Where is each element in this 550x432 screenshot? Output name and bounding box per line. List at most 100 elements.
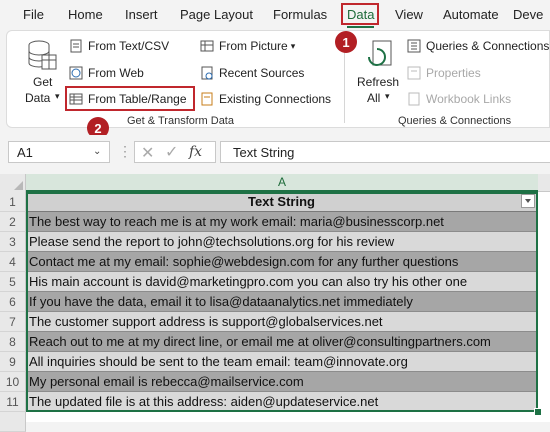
table-header-cell[interactable]: Text String — [26, 192, 538, 212]
from-web-label: From Web — [88, 66, 144, 80]
enter-icon[interactable]: ✓ — [165, 142, 178, 162]
table-cell[interactable]: All inquiries should be sent to the team… — [26, 352, 538, 372]
insert-function-icon[interactable]: fx — [189, 144, 202, 160]
refresh-all-label-1: Refresh — [357, 75, 400, 89]
tab-developer[interactable]: Deve — [513, 7, 543, 22]
row-number[interactable]: 2 — [0, 212, 26, 232]
chevron-down-icon: ▾ — [55, 91, 60, 101]
from-picture-button[interactable]: From Picture ▾ — [200, 39, 295, 53]
tab-page-layout[interactable]: Page Layout — [180, 7, 253, 22]
row-number[interactable]: 10 — [0, 372, 26, 392]
properties-button[interactable]: Properties — [407, 66, 481, 80]
formula-input[interactable]: Text String — [220, 141, 550, 163]
tab-automate[interactable]: Automate — [443, 7, 499, 22]
from-text-csv-label: From Text/CSV — [88, 39, 170, 53]
picture-icon — [200, 40, 214, 52]
table-row: 11 The updated file is at this address: … — [0, 392, 550, 412]
tab-file[interactable]: File — [23, 7, 44, 22]
tab-home[interactable]: Home — [68, 7, 103, 22]
data-tab-highlight — [341, 3, 379, 25]
refresh-all-label-2: All — [367, 91, 381, 105]
from-picture-label: From Picture — [219, 39, 288, 53]
column-header-a[interactable]: A — [26, 174, 538, 192]
table-row: 3 Please send the report to john@techsol… — [0, 232, 550, 252]
get-transform-group-label: Get & Transform Data — [127, 115, 234, 127]
table-cell[interactable]: The updated file is at this address: aid… — [26, 392, 538, 412]
chevron-down-icon: ▾ — [385, 91, 390, 101]
more-icon: ⋮ — [118, 143, 132, 159]
empty-row — [0, 412, 550, 432]
existing-connections-label: Existing Connections — [219, 92, 332, 106]
tab-view[interactable]: View — [395, 7, 423, 22]
queries-connections-icon — [407, 39, 421, 53]
table-cell[interactable]: The best way to reach me is at my work e… — [26, 212, 538, 232]
get-data-label-2: Data — [25, 91, 51, 105]
table-cell[interactable]: If you have the data, email it to lisa@d… — [26, 292, 538, 312]
table-cell[interactable]: The customer support address is support@… — [26, 312, 538, 332]
table-row: 10 My personal email is rebecca@mailserv… — [0, 372, 550, 392]
queries-connections-button[interactable]: Queries & Connections — [407, 39, 549, 53]
active-tab-underline — [347, 26, 374, 28]
workbook-links-icon — [408, 92, 420, 106]
recent-sources-button[interactable]: Recent Sources — [200, 66, 304, 80]
row-number[interactable]: 11 — [0, 392, 26, 412]
formula-text: Text String — [233, 145, 295, 160]
name-box[interactable]: A1 ⌄ — [8, 141, 110, 163]
from-table-highlight — [65, 86, 195, 111]
chevron-down-icon: ⌄ — [93, 146, 102, 157]
row-number[interactable]: 1 — [0, 192, 26, 212]
tab-insert[interactable]: Insert — [125, 7, 158, 22]
web-icon — [69, 66, 83, 80]
from-text-csv-button[interactable]: From Text/CSV — [69, 39, 169, 53]
workbook-links-label: Workbook Links — [426, 92, 512, 106]
formula-buttons: ✕ ✓ fx — [134, 141, 216, 163]
tab-formulas[interactable]: Formulas — [273, 7, 327, 22]
worksheet-grid: 1 Text String 2 The best way to reach me… — [0, 192, 550, 432]
refresh-icon — [368, 40, 392, 66]
properties-icon — [407, 66, 421, 80]
table-row: 9 All inquiries should be sent to the te… — [0, 352, 550, 372]
recent-sources-label: Recent Sources — [219, 66, 305, 80]
name-box-value: A1 — [17, 145, 33, 160]
step-1-badge: 1 — [335, 31, 357, 53]
ribbon: Get Data ▾ From Text/CSV From Web From T… — [6, 30, 550, 128]
table-cell[interactable]: Contact me at my email: sophie@webdesign… — [26, 252, 538, 272]
table-cell[interactable]: Please send the report to john@techsolut… — [26, 232, 538, 252]
row-number[interactable]: 7 — [0, 312, 26, 332]
table-row: 8 Reach out to me at my direct line, or … — [0, 332, 550, 352]
table-row: 4 Contact me at my email: sophie@webdesi… — [0, 252, 550, 272]
queries-group-label: Queries & Connections — [398, 115, 512, 127]
row-number[interactable]: 9 — [0, 352, 26, 372]
refresh-all-button[interactable]: Refresh All ▾ — [355, 39, 399, 109]
text-file-icon — [70, 39, 82, 53]
row-number[interactable]: 8 — [0, 332, 26, 352]
filter-dropdown-icon[interactable] — [521, 194, 535, 208]
fill-handle[interactable] — [534, 408, 542, 416]
select-all-corner[interactable] — [0, 174, 26, 192]
cancel-icon[interactable]: ✕ — [141, 143, 154, 163]
table-cell[interactable]: His main account is david@marketingpro.c… — [26, 272, 538, 292]
row-number[interactable]: 3 — [0, 232, 26, 252]
recent-sources-icon — [201, 66, 213, 80]
row-number[interactable]: 6 — [0, 292, 26, 312]
get-data-button[interactable]: Get Data ▾ — [23, 39, 61, 109]
table-row: 2 The best way to reach me is at my work… — [0, 212, 550, 232]
properties-label: Properties — [426, 66, 481, 80]
existing-connections-button[interactable]: Existing Connections — [200, 92, 331, 106]
database-icon — [28, 40, 57, 70]
table-row: 5 His main account is david@marketingpro… — [0, 272, 550, 292]
row-number[interactable] — [0, 412, 26, 432]
table-row: 6 If you have the data, email it to lisa… — [0, 292, 550, 312]
chevron-down-icon: ▾ — [290, 40, 296, 51]
table-cell[interactable]: My personal email is rebecca@mailservice… — [26, 372, 538, 392]
existing-connections-icon — [201, 92, 213, 106]
table-row: 7 The customer support address is suppor… — [0, 312, 550, 332]
header-text: Text String — [248, 194, 315, 209]
table-header-row: 1 Text String — [0, 192, 550, 212]
row-number[interactable]: 4 — [0, 252, 26, 272]
row-number[interactable]: 5 — [0, 272, 26, 292]
table-cell[interactable]: Reach out to me at my direct line, or em… — [26, 332, 538, 352]
workbook-links-button[interactable]: Workbook Links — [407, 92, 511, 106]
select-all-icon — [14, 181, 23, 190]
from-web-button[interactable]: From Web — [69, 66, 144, 80]
